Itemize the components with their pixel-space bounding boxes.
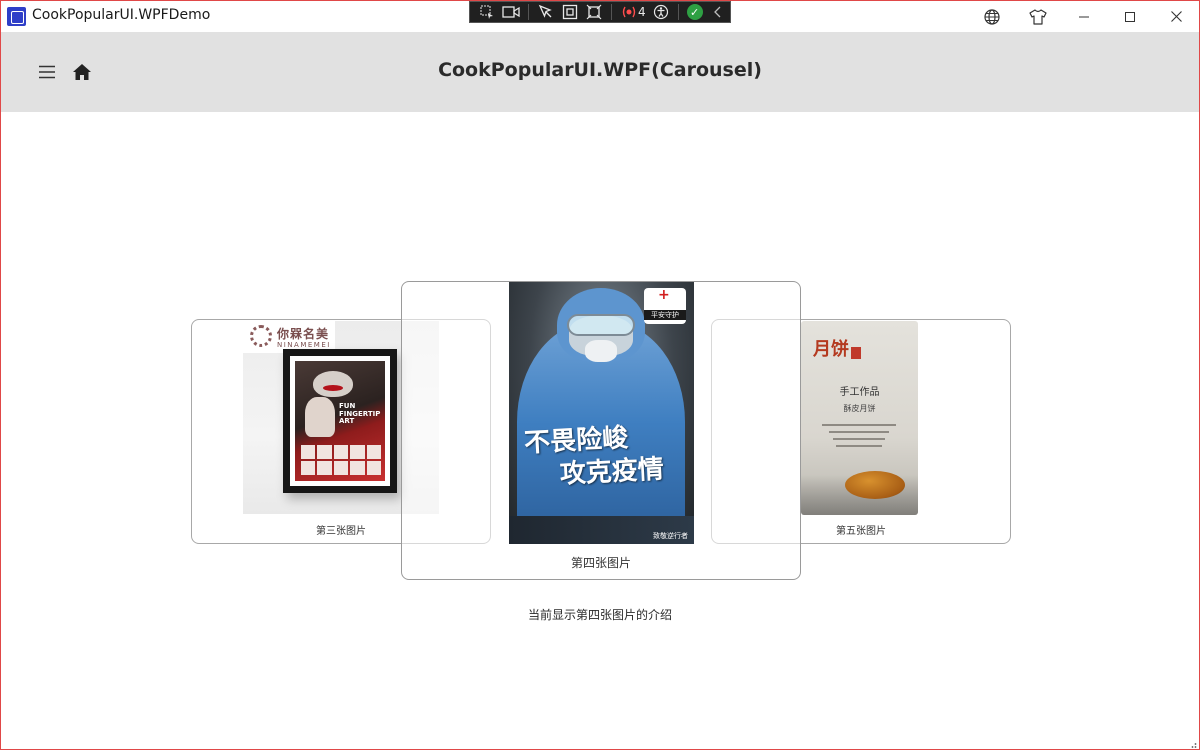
minimize-button[interactable] [1061, 1, 1107, 32]
toolbar-separator [611, 4, 612, 20]
wpf-debug-toolbar: 4 ✓ [469, 1, 731, 23]
frame-icon[interactable] [561, 4, 579, 20]
toolbar-separator [677, 4, 679, 20]
track-icon[interactable] [585, 4, 603, 20]
binding-failures-count: 4 [638, 5, 646, 19]
mooncake-subtitle-2: 酥皮月饼 [843, 404, 876, 413]
collapse-icon[interactable] [709, 4, 727, 20]
app-icon [7, 7, 26, 26]
mooncake-title: 月饼 [813, 339, 849, 360]
mooncake-image: 月饼 手工作品 酥皮月饼 [801, 321, 918, 515]
current-item-intro: 当前显示第四张图片的介绍 [527, 608, 672, 622]
toolbar-separator [528, 4, 529, 20]
carousel-item-4-active[interactable]: 平安守护 不畏险峻 攻克疫情 致敬逆行者 第四张图片 [401, 281, 801, 580]
window-actions [969, 1, 1199, 32]
record-icon[interactable] [502, 4, 520, 20]
mooncake-graphic [845, 471, 905, 499]
title-bar: CookPopularUI.WPFDemo 4 ✓ [1, 1, 1199, 32]
window-title: CookPopularUI.WPFDemo [32, 7, 211, 23]
binding-failures-icon[interactable] [620, 4, 638, 20]
resize-grip-icon[interactable] [1187, 737, 1197, 748]
accessibility-icon[interactable] [652, 4, 670, 20]
maximize-button[interactable] [1107, 1, 1153, 32]
carousel: 你槑名美 NINAMEMEI FUN FINGERTIP ART 第三张图片 月… [1, 112, 1199, 749]
poster-frame: FUN FINGERTIP ART [283, 349, 397, 493]
maximize-icon [1125, 11, 1135, 22]
theme-shirt-icon[interactable] [1015, 1, 1061, 32]
poster-footer-text: 致敬逆行者 [653, 531, 688, 540]
slogan-line-1: 不畏险峻 [523, 423, 629, 459]
minimize-icon [1079, 16, 1089, 17]
logo-mark-icon [250, 325, 272, 347]
seal-stamp [851, 347, 861, 359]
page-title: CookPopularUI.WPF(Carousel) [438, 59, 762, 81]
language-globe-icon[interactable] [969, 1, 1015, 32]
select-element-icon[interactable] [478, 4, 496, 20]
close-button[interactable] [1153, 1, 1199, 32]
pointer-icon[interactable] [537, 4, 555, 20]
carousel-caption: 第四张图片 [570, 556, 631, 570]
poster-text: FUN FINGERTIP ART [339, 402, 381, 426]
logo-chinese-text: 你槑名美 [277, 327, 330, 341]
badge-text: 平安守护 [644, 310, 686, 320]
medical-poster-image: 平安守护 不畏险峻 攻克疫情 致敬逆行者 [509, 282, 694, 544]
page-header: CookPopularUI.WPF(Carousel) [1, 32, 1199, 112]
poster-slogan: 不畏险峻 攻克疫情 [523, 420, 664, 492]
app-window: CookPopularUI.WPFDemo 4 ✓ CookPopularUI.… [0, 0, 1200, 750]
mooncake-subtitle: 手工作品 [839, 387, 880, 398]
logo-english-text: NINAMEMEI [277, 341, 331, 349]
check-icon[interactable]: ✓ [686, 4, 703, 20]
close-icon [1170, 11, 1182, 22]
poster-footer: 致敬逆行者 [509, 516, 694, 544]
